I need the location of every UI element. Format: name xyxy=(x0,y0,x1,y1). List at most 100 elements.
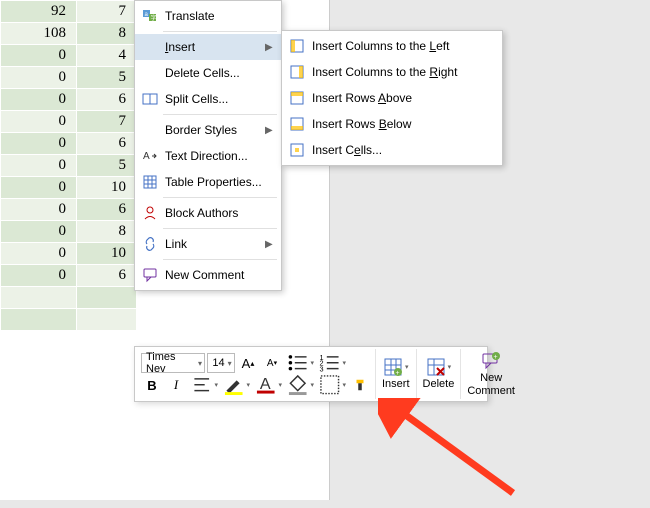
table-cell[interactable]: 5 xyxy=(77,155,137,177)
table-cell[interactable]: 8 xyxy=(77,221,137,243)
table-cell[interactable]: 92 xyxy=(1,1,77,23)
borders-button[interactable]: ▾ xyxy=(317,375,347,395)
font-color-button[interactable]: A ▾ xyxy=(253,375,283,395)
data-table[interactable]: 9271088040506070605010060801006 xyxy=(0,0,137,331)
table-cell[interactable]: 0 xyxy=(1,45,77,67)
table-row[interactable]: 08 xyxy=(1,221,137,243)
submenu-cols-right[interactable]: Insert Columns to the Right xyxy=(282,59,502,85)
submenu-arrow-icon: ▶ xyxy=(265,125,277,136)
table-cell[interactable] xyxy=(77,309,137,331)
table-row[interactable]: 010 xyxy=(1,243,137,265)
table-cell[interactable]: 0 xyxy=(1,111,77,133)
submenu-rows-above[interactable]: Insert Rows Above xyxy=(282,85,502,111)
numbering-button[interactable]: 123 ▾ xyxy=(317,353,347,373)
block-authors-icon xyxy=(139,205,161,221)
text-direction-icon: A xyxy=(139,148,161,164)
table-cell[interactable]: 0 xyxy=(1,177,77,199)
annotation-arrow-icon xyxy=(378,398,538,508)
table-cell[interactable]: 0 xyxy=(1,67,77,89)
menu-new-comment-label: New Comment xyxy=(161,268,277,282)
mini-insert-button[interactable]: + ▾ Insert xyxy=(376,349,417,399)
table-row[interactable]: 05 xyxy=(1,67,137,89)
menu-split-cells-label: Split Cells... xyxy=(161,92,277,106)
bold-button[interactable]: B xyxy=(141,375,163,395)
table-row-empty[interactable] xyxy=(1,287,137,309)
table-cell[interactable]: 108 xyxy=(1,23,77,45)
new-comment-icon: + xyxy=(481,351,501,371)
table-cell[interactable]: 0 xyxy=(1,265,77,287)
table-row[interactable]: 06 xyxy=(1,133,137,155)
table-row[interactable]: 010 xyxy=(1,177,137,199)
mini-new-comment-button[interactable]: + New Comment xyxy=(461,349,521,399)
menu-table-properties-label: Table Properties... xyxy=(161,175,277,189)
delete-table-icon xyxy=(426,357,446,377)
menu-table-properties[interactable]: Table Properties... xyxy=(135,169,281,195)
mini-toolbar-formatting: Times Nev▾ 14▾ A▴ A▾ ▾ 123 ▾ B I ▾ ▾ xyxy=(137,349,376,399)
table-cell[interactable]: 0 xyxy=(1,89,77,111)
mini-delete-button[interactable]: ▾ Delete xyxy=(417,349,462,399)
table-cell[interactable]: 0 xyxy=(1,199,77,221)
table-row[interactable]: 1088 xyxy=(1,23,137,45)
table-row[interactable]: 07 xyxy=(1,111,137,133)
table-cell[interactable]: 4 xyxy=(77,45,137,67)
svg-text:字: 字 xyxy=(151,14,157,22)
menu-delete-cells-label: Delete Cells... xyxy=(161,66,277,80)
submenu-insert-cells[interactable]: Insert Cells... xyxy=(282,137,502,163)
table-row[interactable]: 06 xyxy=(1,89,137,111)
table-row-empty[interactable] xyxy=(1,309,137,331)
comment-icon xyxy=(139,267,161,283)
menu-delete-cells[interactable]: Delete Cells... xyxy=(135,60,281,86)
increase-font-button[interactable]: A▴ xyxy=(237,353,259,373)
table-cell[interactable]: 5 xyxy=(77,67,137,89)
table-row[interactable]: 05 xyxy=(1,155,137,177)
table-cell[interactable]: 7 xyxy=(77,111,137,133)
table-cell[interactable]: 6 xyxy=(77,89,137,111)
menu-translate[interactable]: a字 TranslateS xyxy=(135,3,281,29)
menu-block-authors-label: Block Authors xyxy=(161,206,277,220)
insert-table-icon: + xyxy=(383,357,403,377)
menu-separator xyxy=(163,228,277,229)
table-cell[interactable]: 0 xyxy=(1,221,77,243)
shading-button[interactable]: ▾ xyxy=(285,375,315,395)
menu-separator xyxy=(163,114,277,115)
table-cell[interactable]: 8 xyxy=(77,23,137,45)
submenu-rows-below[interactable]: Insert Rows Below xyxy=(282,111,502,137)
font-size-combo[interactable]: 14▾ xyxy=(207,353,235,373)
table-cell[interactable]: 6 xyxy=(77,133,137,155)
menu-block-authors[interactable]: Block Authors xyxy=(135,200,281,226)
menu-text-direction[interactable]: A Text Direction... xyxy=(135,143,281,169)
decrease-font-button[interactable]: A▾ xyxy=(261,353,283,373)
table-cell[interactable]: 0 xyxy=(1,133,77,155)
menu-text-direction-label: Text Direction... xyxy=(161,149,277,163)
table-cell[interactable]: 6 xyxy=(77,199,137,221)
table-cell[interactable]: 0 xyxy=(1,243,77,265)
highlight-button[interactable]: ▾ xyxy=(221,375,251,395)
table-row[interactable]: 06 xyxy=(1,199,137,221)
format-painter-button[interactable] xyxy=(349,375,371,395)
italic-button[interactable]: I xyxy=(165,375,187,395)
menu-insert[interactable]: Insert ▶ xyxy=(135,34,281,60)
table-cell[interactable]: 10 xyxy=(77,243,137,265)
table-row[interactable]: 04 xyxy=(1,45,137,67)
font-name-combo[interactable]: Times Nev▾ xyxy=(141,353,205,373)
shading-icon xyxy=(286,373,309,396)
table-row[interactable]: 927 xyxy=(1,1,137,23)
table-cell[interactable]: 7 xyxy=(77,1,137,23)
table-cell[interactable]: 0 xyxy=(1,155,77,177)
table-cell[interactable]: 10 xyxy=(77,177,137,199)
bullets-button[interactable]: ▾ xyxy=(285,353,315,373)
menu-separator xyxy=(163,197,277,198)
menu-new-comment[interactable]: New Comment xyxy=(135,262,281,288)
menu-border-styles[interactable]: Border Styles ▶ xyxy=(135,117,281,143)
table-cell[interactable] xyxy=(1,287,77,309)
table-row[interactable]: 06 xyxy=(1,265,137,287)
link-icon xyxy=(139,236,161,252)
table-properties-icon xyxy=(139,174,161,190)
menu-split-cells[interactable]: Split Cells... xyxy=(135,86,281,112)
align-button[interactable]: ▾ xyxy=(189,375,219,395)
table-cell[interactable]: 6 xyxy=(77,265,137,287)
table-cell[interactable] xyxy=(77,287,137,309)
table-cell[interactable] xyxy=(1,309,77,331)
submenu-cols-left[interactable]: Insert Columns to the Left xyxy=(282,33,502,59)
menu-link[interactable]: Link ▶ xyxy=(135,231,281,257)
